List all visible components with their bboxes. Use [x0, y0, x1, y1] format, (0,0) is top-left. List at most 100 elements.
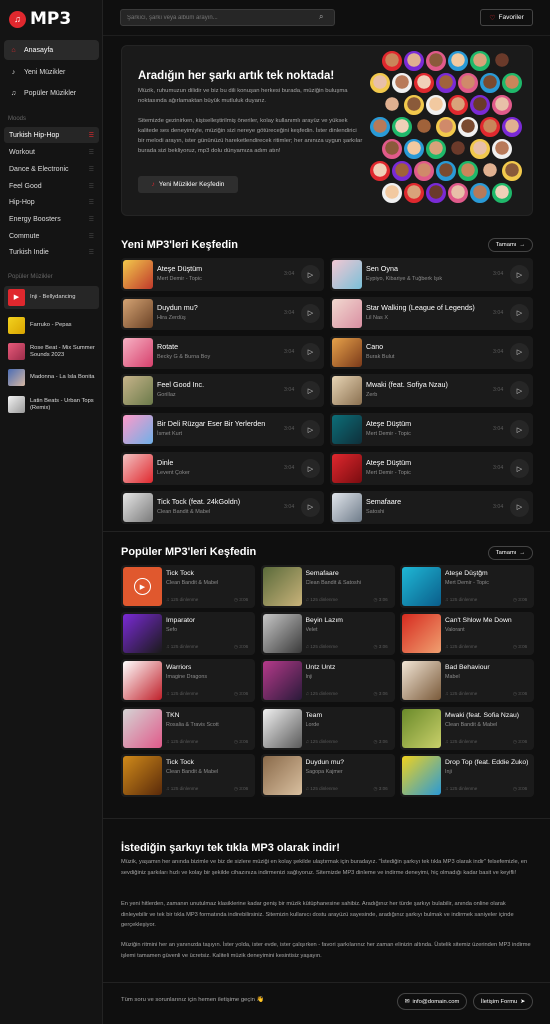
header: ⌕ ♡ Favoriler — [103, 0, 550, 36]
track-row[interactable]: Semafaare Satoshi 3:04 ▷ — [330, 490, 533, 524]
track-row[interactable]: Bir Deli Rüzgar Eser Bir Yerlerden İsmet … — [121, 413, 324, 447]
popular-section-more-button[interactable]: Tamamı → — [488, 546, 533, 560]
mood-item[interactable]: Hip-Hop ☰ — [4, 194, 99, 210]
playlist-item[interactable]: Madonna - La Isla Bonita — [4, 366, 99, 389]
play-button[interactable]: ▷ — [301, 497, 320, 517]
track-row[interactable]: Ateşe Düştüm Mert Demir - Topic 3:04 ▷ — [121, 258, 324, 291]
popular-track-card[interactable]: Drop Top (feat. Eddie Zuko) Inji ♫ 125 din… — [400, 753, 534, 797]
play-button[interactable]: ▷ — [510, 381, 529, 401]
hero-paragraph: Sitemizde gezinirken, kişiselleştirilmiş… — [138, 118, 363, 154]
popular-track-card[interactable]: Team Lorde ♫ 125 dinlenme ◷ 3:06 — [260, 706, 395, 750]
track-row[interactable]: Sen Oyna Eypiyo, Kibariye & Tuğberk Işık 3… — [330, 258, 533, 291]
mood-item[interactable]: Turkish Indie ☰ — [4, 244, 99, 260]
play-button[interactable]: ▷ — [301, 303, 320, 323]
track-row[interactable]: Ateşe Düştüm Mert Demir - Topic 3:04 ▷ — [330, 413, 533, 447]
mood-item[interactable]: Feel Good ☰ — [4, 178, 99, 194]
track-thumbnail — [402, 614, 441, 654]
play-button[interactable]: ▷ — [301, 420, 320, 440]
play-button[interactable]: ▷ — [510, 303, 529, 323]
play-count: ♫ 125 dinlenme — [166, 597, 199, 602]
search-input[interactable] — [120, 9, 335, 26]
search-icon[interactable]: ⌕ — [319, 12, 323, 22]
playlist-item[interactable]: Farruko - Pepas — [4, 314, 99, 337]
logo[interactable]: ♫ MP3 — [9, 9, 71, 29]
play-button[interactable]: ▷ — [301, 459, 320, 478]
play-button[interactable]: ▷ — [301, 265, 320, 284]
track-row[interactable]: Ateşe Düştüm Mert Demir - Topic 3:04 ▷ — [330, 452, 533, 485]
track-title: Duydun mu? — [305, 758, 345, 766]
artist-avatar — [447, 138, 469, 160]
popular-track-card[interactable]: ▶ Tick Tock Clean Bandit & Mabel ♫ 125 dinl… — [121, 565, 255, 608]
popular-track-card[interactable]: Semafaare Clean Bandit & Satoshi ♫ 125 din… — [260, 565, 395, 608]
email-button[interactable]: ✉ info@domain.com — [397, 993, 467, 1010]
track-duration: ◷ 3:06 — [513, 738, 528, 744]
track-thumbnail — [123, 614, 162, 654]
play-overlay[interactable]: ▶ — [123, 567, 162, 606]
track-row[interactable]: Rotate Becky G & Burna Boy 3:04 ▷ — [121, 335, 324, 369]
track-artist: Mabel — [445, 674, 460, 681]
sidebar-item-yeni-muzikler[interactable]: ♪ Yeni Müzikler — [4, 62, 99, 82]
popular-track-card[interactable]: Untz Untz Inji ♫ 125 dinlenme ◷ 3:06 — [260, 659, 395, 703]
play-button[interactable]: ▷ — [510, 265, 529, 284]
discover-new-music-button[interactable]: ♪ Yeni Müzikler Keşfedin — [138, 176, 238, 193]
play-button[interactable]: ▷ — [301, 381, 320, 401]
track-thumbnail — [123, 492, 153, 522]
track-artist: Imagine Dragons — [166, 674, 208, 681]
playlist-icon: ☰ — [88, 216, 94, 223]
playlist-item[interactable]: Latin Beats - Urban Tops (Remix) — [4, 393, 99, 416]
sidebar-item-populer-muzikler[interactable]: ♫ Popüler Müzikler — [4, 83, 99, 103]
artist-avatar — [491, 138, 513, 160]
popular-track-card[interactable]: TKN Rosalia & Travis Scott ♫ 125 dinlenme ◷… — [121, 706, 255, 750]
track-thumbnail — [123, 376, 153, 406]
popular-track-card[interactable]: Ateşe Düştğm Mert Demir - Topic ♫ 125 dinl… — [400, 565, 534, 608]
mood-item[interactable]: Dance & Electronic ☰ — [4, 161, 99, 177]
popular-track-card[interactable]: Tick Tock Clean Bandit & Mabel ♫ 125 dinle… — [121, 753, 255, 797]
play-button[interactable]: ▷ — [510, 497, 529, 517]
track-row[interactable]: Cano Burak Bulut 3:04 ▷ — [330, 335, 533, 369]
popular-section-title: Popüler MP3'leri Keşfedin — [121, 546, 257, 558]
mood-item[interactable]: Commute ☰ — [4, 228, 99, 244]
track-duration: 3:04 — [493, 426, 504, 433]
track-row[interactable]: Feel Good Inc. Gorillaz 3:04 ▷ — [121, 374, 324, 408]
contact-form-button[interactable]: İletişim Formu ➤ — [473, 993, 533, 1010]
track-thumbnail — [402, 567, 441, 606]
playlist-item[interactable]: Rose Beat - Mix Summer Sounds 2023 — [4, 340, 99, 363]
track-duration: 3:04 — [284, 309, 295, 316]
track-row[interactable]: Duydun mu? Hira Zerdüş 3:04 ▷ — [121, 296, 324, 330]
popular-track-card[interactable]: Mwaki (feat. Sofia Nzau) Clean Bandit & M… — [400, 706, 534, 750]
playlist-item[interactable]: ▶ Inji - Bellydancing — [4, 286, 99, 309]
track-row[interactable]: Tick Tock (feat. 24kGoldn) Clean Bandit &… — [121, 490, 324, 524]
hero-title: Aradığın her şarkı artık tek noktada! — [138, 70, 335, 82]
track-title: Dinle — [157, 458, 174, 467]
track-title: Tick Tock — [166, 570, 194, 577]
track-duration: 3:04 — [284, 348, 295, 355]
artist-avatar — [413, 116, 435, 138]
track-duration: ◷ 3:06 — [373, 644, 388, 650]
track-artist: Mert Demir - Topic — [366, 431, 411, 438]
track-row[interactable]: Star Walking (League of Legends) Lil Nas … — [330, 296, 533, 330]
mood-item[interactable]: Workout ☰ — [4, 144, 99, 160]
popular-track-card[interactable]: Can't Shlow Me Down Valorant ♫ 125 dinlenm… — [400, 612, 534, 656]
popular-track-card[interactable]: Warriors Imagine Dragons ♫ 125 dinlenme ◷ 3… — [121, 659, 255, 703]
track-duration: 3:04 — [284, 426, 295, 433]
artist-avatar — [469, 50, 491, 72]
mood-item[interactable]: Turkish Hip-Hop ☰ — [4, 127, 99, 143]
play-button[interactable]: ▷ — [510, 459, 529, 478]
home-icon: ⌂ — [11, 46, 16, 54]
sidebar-item-anasayfa[interactable]: ⌂ Anasayfa — [4, 40, 99, 60]
playlist-thumbnail — [8, 396, 25, 413]
play-button[interactable]: ▷ — [510, 420, 529, 440]
track-row[interactable]: Mwaki (feat. Sofiya Nzau) Zerb 3:04 ▷ — [330, 374, 533, 408]
favorites-button[interactable]: ♡ Favoriler — [480, 9, 533, 26]
popular-track-card[interactable]: Imparator Sefo ♫ 125 dinlenme ◷ 3:06 — [121, 612, 255, 656]
popular-track-card[interactable]: Beyin Lazım Velet ♫ 125 dinlenme ◷ 3:06 — [260, 612, 395, 656]
play-button[interactable]: ▷ — [301, 342, 320, 362]
popular-track-card[interactable]: Duydun mu? Sagopa Kajmer ♫ 125 dinlenme ◷ 3… — [260, 753, 395, 797]
track-thumbnail — [123, 661, 162, 701]
new-section-more-button[interactable]: Tamamı → — [488, 238, 533, 252]
track-row[interactable]: Dinle Levent Çoker 3:04 ▷ — [121, 452, 324, 485]
play-button[interactable]: ▷ — [510, 342, 529, 362]
divider — [103, 818, 550, 819]
mood-item[interactable]: Energy Boosters ☰ — [4, 211, 99, 227]
popular-track-card[interactable]: Bad Behaviour Mabel ♫ 125 dinlenme ◷ 3:06 — [400, 659, 534, 703]
